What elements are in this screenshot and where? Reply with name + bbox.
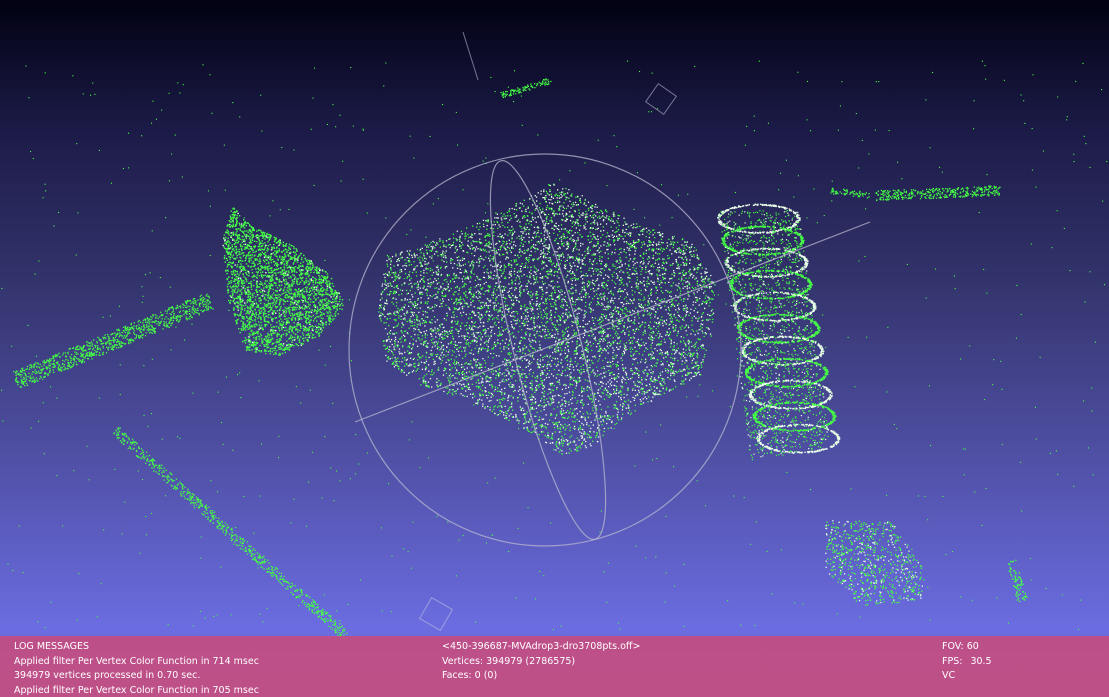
camera-marker — [418, 596, 454, 632]
camera-marker — [644, 82, 678, 116]
render-mode: VC — [942, 670, 956, 681]
trackball-horizontal-ring[interactable] — [348, 153, 742, 547]
mesh-filename: <450-396687-MVAdrop3-dro3708pts.off> — [442, 641, 641, 652]
log-title: LOG MESSAGES — [14, 641, 89, 652]
fps-value: 30.5 — [970, 655, 992, 667]
camera-marker — [462, 31, 479, 81]
fps-readout: FPS: 30.5 — [942, 655, 992, 670]
mesh-info: <450-396687-MVAdrop3-dro3708pts.off> Ver… — [442, 640, 640, 684]
log-line: Applied filter Per Vertex Color Function… — [14, 684, 259, 696]
render-stats: FOV: 60 FPS: 30.5 VC — [942, 640, 992, 684]
trackball-gizmo[interactable] — [348, 153, 871, 548]
log-messages: LOG MESSAGES Applied filter Per Vertex C… — [14, 640, 259, 697]
log-line: Applied filter Per Vertex Color Function… — [14, 655, 259, 667]
log-panel: LOG MESSAGES Applied filter Per Vertex C… — [0, 636, 1109, 697]
fov-readout: FOV: 60 — [942, 641, 979, 652]
trackball-vertical-ring[interactable] — [468, 153, 628, 548]
face-count: Faces: 0 (0) — [442, 670, 498, 681]
point-cloud — [1, 60, 1108, 639]
3d-viewport[interactable]: LOG MESSAGES Applied filter Per Vertex C… — [0, 0, 1109, 697]
point-cloud-scene[interactable] — [0, 0, 1109, 697]
log-line: 394979 vertices processed in 0.70 sec. — [14, 670, 201, 681]
fps-label: FPS: — [942, 655, 963, 667]
vertex-count: Vertices: 394979 (2786575) — [442, 655, 576, 667]
